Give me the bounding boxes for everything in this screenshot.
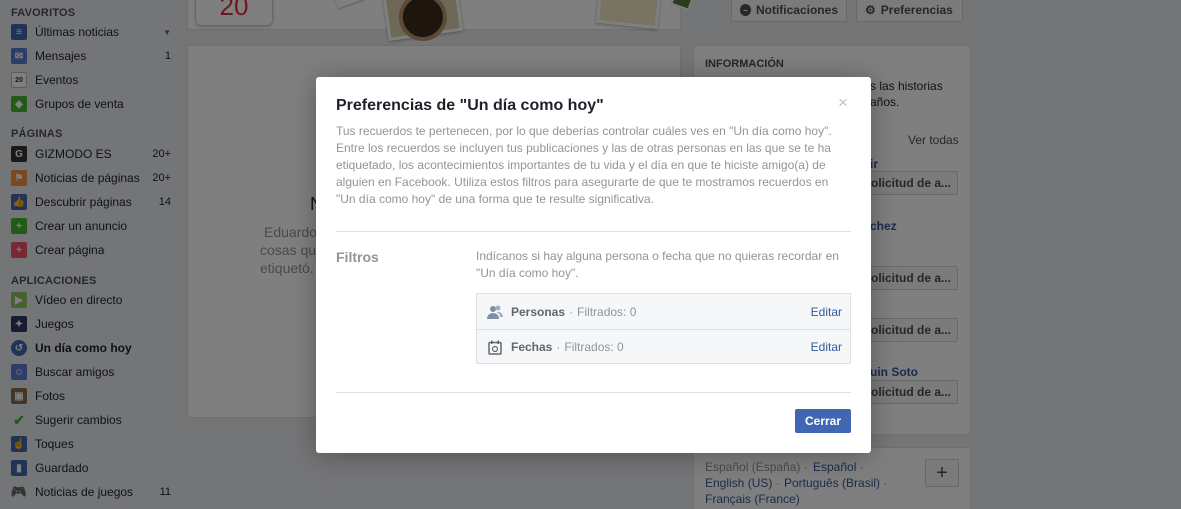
- filter-row-fechas: Fechas · Filtrados: 0 Editar: [477, 329, 850, 364]
- cerrar-button[interactable]: Cerrar: [795, 409, 851, 433]
- preferences-dialog: Preferencias de "Un día como hoy" × Tus …: [316, 77, 871, 453]
- calendar-icon: [487, 339, 503, 355]
- edit-fechas-link[interactable]: Editar: [811, 340, 842, 354]
- filters-box: Personas · Filtrados: 0 Editar Fechas · …: [476, 293, 851, 364]
- dialog-description: Tus recuerdos te pertenecen, por lo que …: [336, 124, 832, 206]
- filters-description: Indícanos si hay alguna persona o fecha …: [476, 249, 839, 280]
- filters-label: Filtros: [336, 249, 379, 265]
- edit-personas-link[interactable]: Editar: [811, 305, 842, 319]
- filter-row-personas: Personas · Filtrados: 0 Editar: [477, 294, 850, 329]
- divider: [336, 392, 851, 393]
- dialog-title: Preferencias de "Un día como hoy": [336, 97, 604, 114]
- people-icon: [487, 304, 503, 320]
- divider: [336, 231, 851, 232]
- close-icon[interactable]: ×: [838, 93, 848, 113]
